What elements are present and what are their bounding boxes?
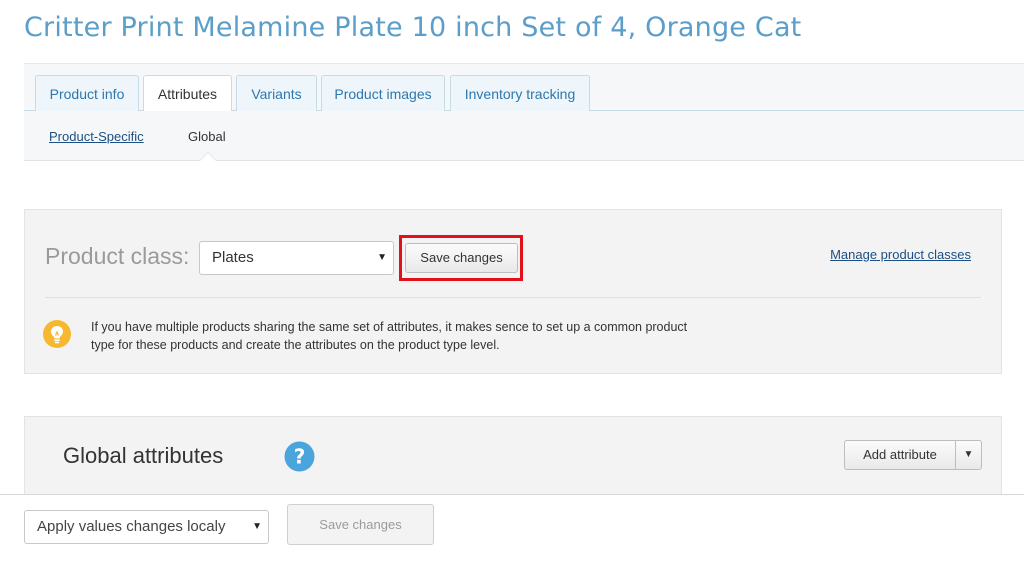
caret-down-icon: ▼ bbox=[963, 449, 974, 460]
question-circle-icon[interactable]: ? bbox=[284, 441, 315, 472]
manage-product-classes-link[interactable]: Manage product classes bbox=[830, 247, 971, 262]
apply-values-select[interactable]: Apply values changes localy ▼ bbox=[24, 510, 269, 544]
tab-attributes[interactable]: Attributes bbox=[143, 75, 232, 113]
subtabs-bar: Product-Specific Global bbox=[24, 111, 1024, 161]
save-changes-button[interactable]: Save changes bbox=[405, 243, 518, 273]
tab-product-info[interactable]: Product info bbox=[35, 75, 139, 112]
active-subtab-caret bbox=[200, 153, 216, 161]
caret-down-icon: ▼ bbox=[377, 252, 387, 263]
apply-values-select-value: Apply values changes localy bbox=[37, 518, 226, 535]
svg-text:?: ? bbox=[294, 445, 306, 469]
caret-down-icon: ▼ bbox=[252, 521, 262, 532]
product-class-select[interactable]: Plates ▼ bbox=[199, 241, 394, 275]
bottom-action-bar: Apply values changes localy ▼ Save chang… bbox=[0, 494, 1024, 569]
product-class-hint: If you have multiple products sharing th… bbox=[91, 320, 688, 352]
product-class-panel: Product class: Plates ▼ Save changes Man… bbox=[24, 209, 1002, 374]
page-title: Critter Print Melamine Plate 10 inch Set… bbox=[24, 12, 802, 43]
add-attribute-button[interactable]: Add attribute bbox=[844, 440, 956, 470]
tabs-bar: Product info Attributes Variants Product… bbox=[24, 63, 1024, 113]
tab-product-images[interactable]: Product images bbox=[321, 75, 445, 112]
tab-inventory-tracking[interactable]: Inventory tracking bbox=[450, 75, 590, 112]
page: Critter Print Melamine Plate 10 inch Set… bbox=[0, 0, 1024, 569]
lightbulb-icon bbox=[43, 320, 71, 348]
subtab-product-specific[interactable]: Product-Specific bbox=[49, 129, 144, 144]
global-attributes-panel: Global attributes ? Add attribute ▼ bbox=[24, 416, 1002, 494]
product-class-select-value: Plates bbox=[212, 249, 254, 266]
product-class-label: Product class: bbox=[45, 243, 190, 269]
add-attribute-dropdown-toggle[interactable]: ▼ bbox=[955, 440, 982, 470]
tab-variants[interactable]: Variants bbox=[236, 75, 317, 112]
global-attributes-title: Global attributes bbox=[63, 443, 224, 468]
panel-divider bbox=[45, 297, 981, 298]
save-changes-disabled-button[interactable]: Save changes bbox=[287, 504, 434, 545]
subtab-global[interactable]: Global bbox=[188, 129, 226, 144]
